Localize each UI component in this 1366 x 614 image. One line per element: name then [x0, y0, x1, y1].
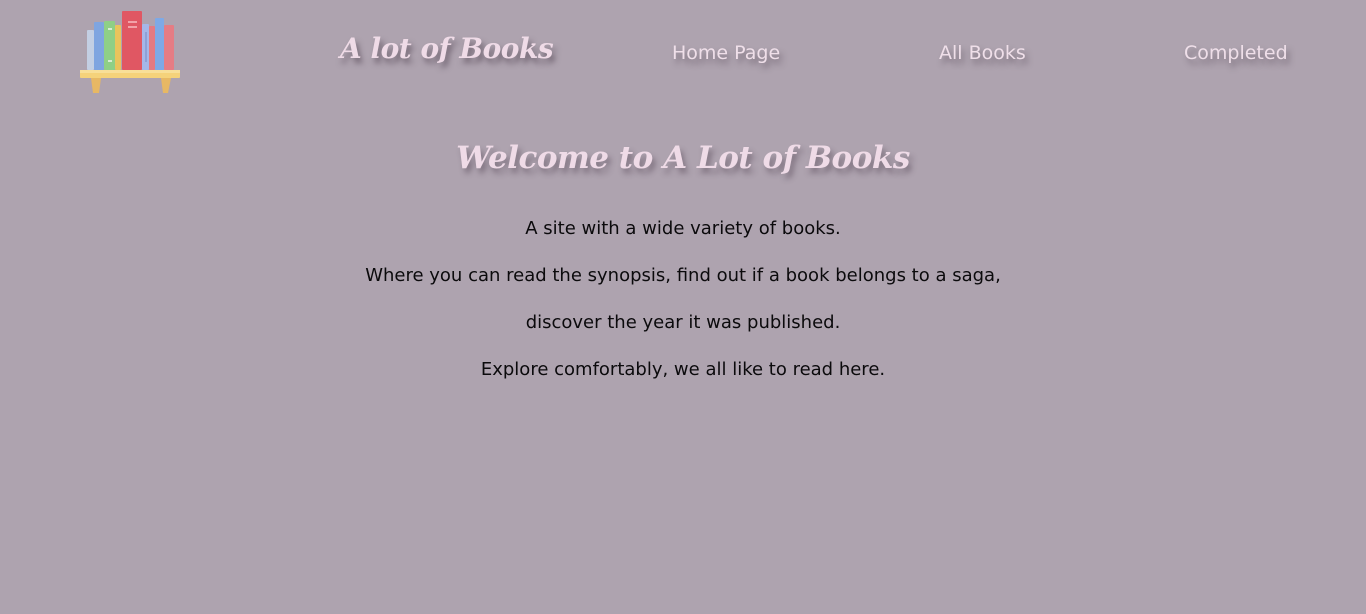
intro-paragraph: Explore comfortably, we all like to read…: [480, 359, 886, 380]
bookshelf-icon[interactable]: [79, 8, 181, 96]
welcome-heading: Welcome to A Lot of Books: [456, 140, 910, 176]
welcome-section: Welcome to A Lot of Books A site with a …: [0, 130, 1366, 393]
intro-paragraph: discover the year it was published.: [525, 312, 841, 333]
nav-home-page-link[interactable]: Home Page: [672, 42, 780, 64]
intro-paragraph: A site with a wide variety of books.: [525, 218, 841, 239]
nav-all-books-link[interactable]: All Books: [939, 42, 1026, 64]
site-brand-title[interactable]: A lot of Books: [340, 32, 554, 65]
nav-completed-link[interactable]: Completed: [1184, 42, 1288, 64]
site-header: A lot of Books Home Page All Books Compl…: [0, 0, 1366, 110]
intro-paragraph: Where you can read the synopsis, find ou…: [365, 265, 1001, 286]
